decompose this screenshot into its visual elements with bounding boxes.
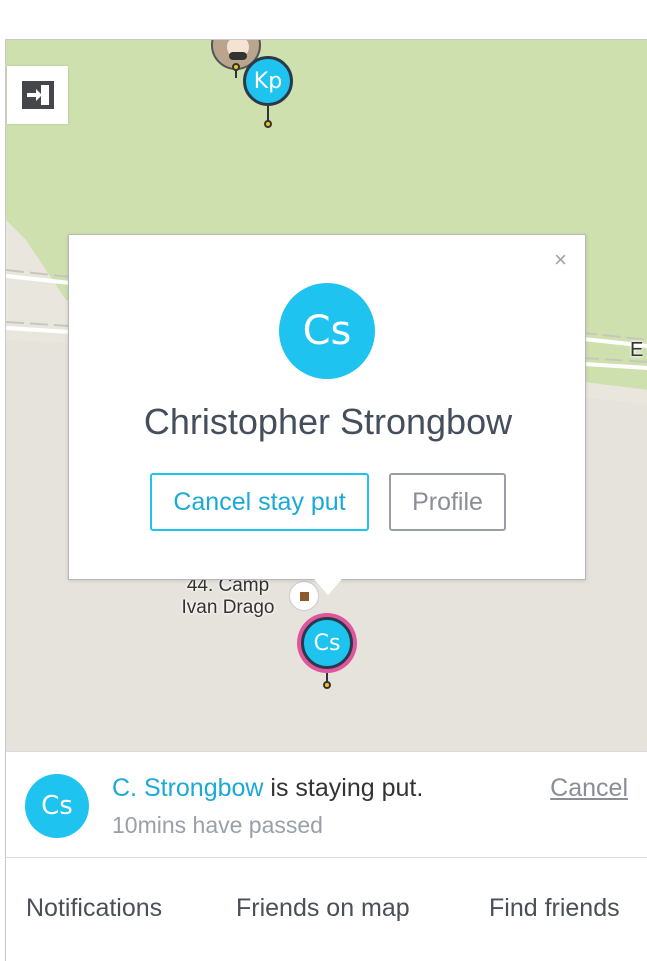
road-label: E bbox=[630, 339, 644, 361]
map-view[interactable]: E Kp 44. Camp Ivan Drago Cs × Cs Christo… bbox=[6, 40, 647, 751]
status-message: C. Strongbow is staying put. bbox=[112, 774, 423, 803]
friend-popup: × Cs Christopher Strongbow Cancel stay p… bbox=[68, 234, 586, 580]
marker-initials: Cs bbox=[313, 630, 341, 656]
status-elapsed: 10mins have passed bbox=[112, 812, 323, 838]
status-notification: Cs C. Strongbow is staying put. 10mins h… bbox=[6, 751, 647, 858]
status-message-text: is staying put. bbox=[263, 774, 424, 802]
status-cancel-link[interactable]: Cancel bbox=[550, 774, 628, 803]
friend-marker-kp[interactable]: Kp bbox=[243, 56, 295, 132]
bottom-tab-bar: Notifications Friends on map Find friend… bbox=[6, 858, 647, 961]
popup-initials: Cs bbox=[302, 308, 352, 354]
tab-notifications[interactable]: Notifications bbox=[26, 894, 162, 923]
friend-marker-cs[interactable]: Cs bbox=[297, 613, 359, 693]
popup-avatar: Cs bbox=[279, 283, 375, 379]
marker-avatar: Cs bbox=[301, 617, 353, 669]
exit-map-button[interactable] bbox=[7, 66, 68, 124]
exit-arrow-icon bbox=[21, 81, 54, 109]
status-initials: Cs bbox=[41, 791, 73, 821]
tab-find-friends[interactable]: Find friends bbox=[489, 894, 620, 923]
app-frame: E Kp 44. Camp Ivan Drago Cs × Cs Christo… bbox=[5, 39, 647, 961]
popup-pointer bbox=[314, 579, 342, 595]
marker-avatar: Kp bbox=[243, 56, 293, 106]
popup-friend-name: Christopher Strongbow bbox=[143, 401, 513, 442]
profile-button[interactable]: Profile bbox=[389, 473, 506, 531]
place-label-line2: Ivan Drago bbox=[181, 597, 275, 618]
tab-friends-on-map[interactable]: Friends on map bbox=[236, 894, 410, 923]
status-friend-link[interactable]: C. Strongbow bbox=[112, 774, 263, 802]
status-avatar: Cs bbox=[25, 774, 89, 838]
place-label: 44. Camp Ivan Drago bbox=[168, 575, 288, 619]
close-icon[interactable]: × bbox=[554, 247, 567, 273]
marker-initials: Kp bbox=[253, 68, 283, 94]
cancel-stay-put-button[interactable]: Cancel stay put bbox=[150, 473, 369, 531]
